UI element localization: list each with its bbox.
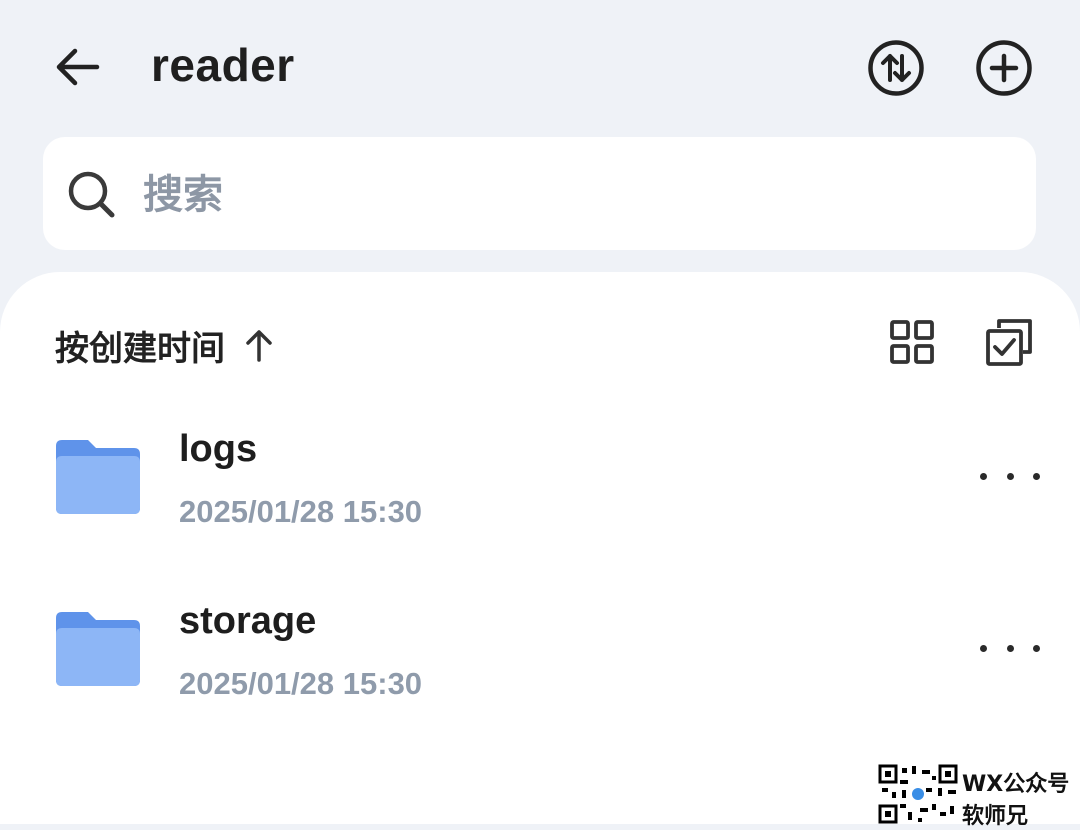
arrow-up-icon — [243, 328, 275, 362]
plus-circle-icon — [976, 40, 1032, 96]
folder-icon — [56, 612, 140, 686]
multi-select-icon — [986, 319, 1032, 366]
watermark-line-2: 软师兄 — [962, 804, 1029, 829]
arrow-left-icon — [56, 48, 100, 86]
sort-swap-button[interactable] — [866, 38, 926, 98]
watermark-line-1: WX公众号 — [962, 772, 1070, 797]
dot — [1006, 472, 1014, 480]
multi-select-button[interactable] — [983, 316, 1035, 368]
search-bar[interactable] — [43, 137, 1036, 252]
more-options-button[interactable] — [980, 456, 1040, 496]
file-date: 2025/01/28 15:30 — [179, 666, 423, 701]
page-title: reader — [151, 39, 295, 91]
dot — [980, 472, 987, 480]
sort-control[interactable]: 按创建时间 — [55, 318, 275, 372]
search-input[interactable] — [141, 137, 1005, 252]
grid-view-icon — [890, 320, 934, 364]
dot — [1006, 644, 1014, 652]
list-item[interactable]: logs 2025/01/28 15:30 — [0, 410, 1080, 560]
dot — [1033, 644, 1040, 652]
dot — [980, 644, 987, 652]
more-options-button[interactable] — [980, 628, 1040, 668]
back-button[interactable] — [50, 40, 104, 94]
top-app-bar: reader — [0, 0, 1080, 135]
dot — [1033, 472, 1040, 480]
file-name: logs — [179, 428, 258, 470]
search-icon — [68, 171, 115, 218]
folder-icon — [56, 440, 140, 514]
qr-code-icon — [878, 764, 958, 824]
watermark: WX公众号 软师兄 — [878, 764, 1080, 829]
swap-vertical-icon — [868, 40, 924, 96]
sort-label: 按创建时间 — [55, 328, 225, 369]
list-item[interactable]: storage 2025/01/28 15:30 — [0, 582, 1080, 732]
file-date: 2025/01/28 15:30 — [179, 494, 423, 529]
file-name: storage — [179, 600, 317, 642]
view-toggle-button[interactable] — [888, 318, 936, 366]
add-button[interactable] — [974, 38, 1034, 98]
